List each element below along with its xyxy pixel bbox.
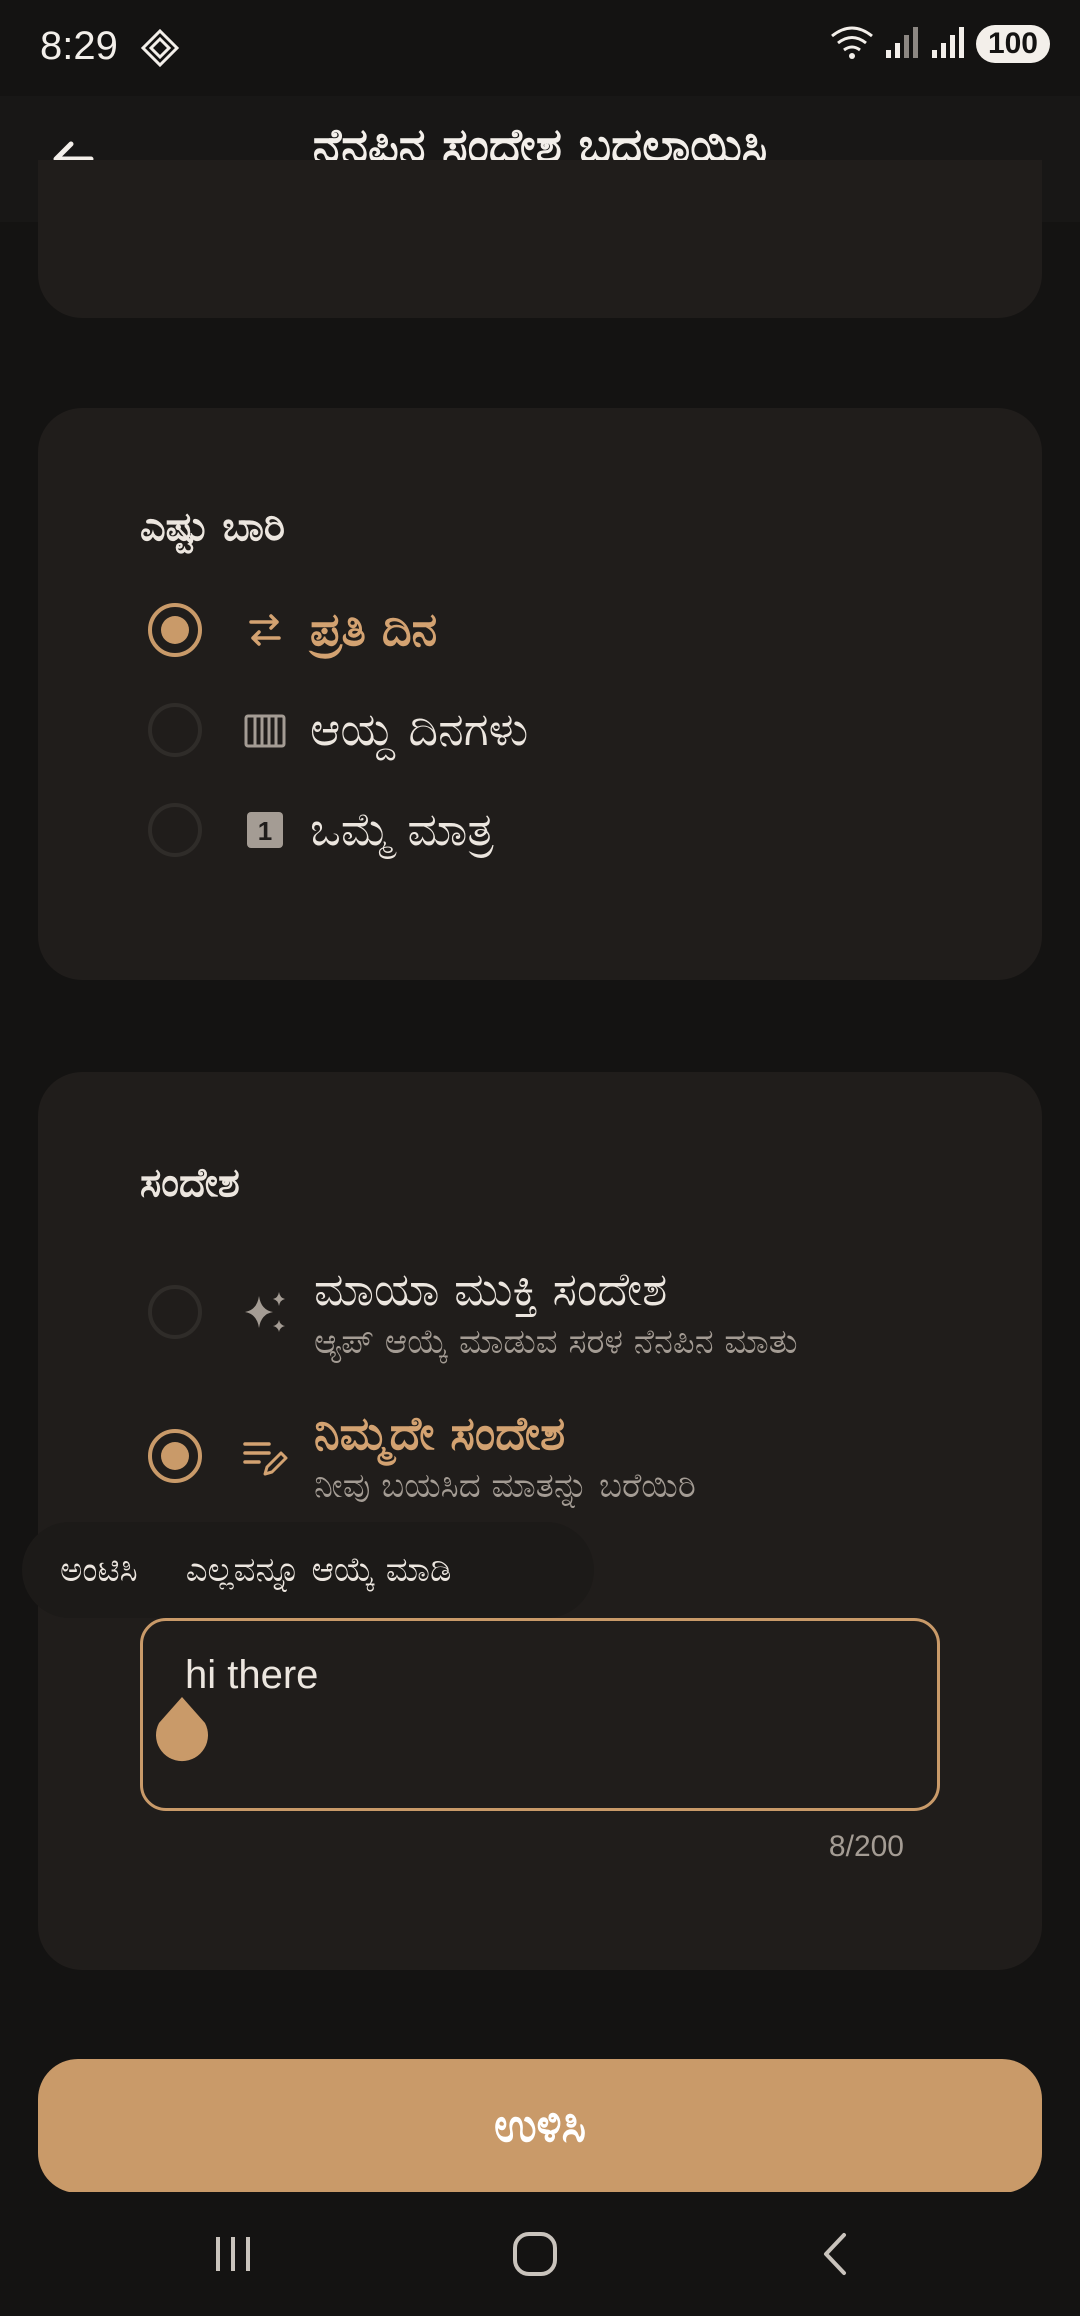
one-day-icon-number: 1 — [258, 816, 272, 846]
message-option-custom[interactable]: ನಿಮ್ಮದೇ ಸಂದೇಶ ನೀವು ಬಯಸಿದ ಮಾತನ್ನು ಬರೆಯಿರಿ — [148, 1396, 1002, 1516]
frequency-title: ಎಷ್ಟು ಬಾರಿ — [140, 504, 285, 550]
status-icons: 100 — [830, 24, 1050, 64]
save-button[interactable]: ಉಳಿಸಿ — [38, 2059, 1042, 2193]
save-button-label: ಉಳಿಸಿ — [493, 2099, 587, 2151]
character-counter: 8/200 — [828, 1830, 904, 1863]
frequency-option-selected-days[interactable]: ಆಯ್ದ ದಿನಗಳು — [148, 690, 1002, 770]
calendar-week-icon — [240, 705, 290, 755]
custom-message-input[interactable]: hi there — [140, 1618, 940, 1811]
battery-indicator: 100 — [975, 25, 1050, 63]
recent-apps-button[interactable] — [193, 2222, 273, 2286]
recents-icon — [216, 2237, 250, 2271]
system-nav-bar — [0, 2192, 1080, 2316]
diamond-icon — [140, 28, 180, 72]
radio-button[interactable] — [148, 1285, 202, 1339]
chevron-left-icon — [824, 2233, 846, 2275]
signal-icon-2 — [930, 24, 966, 64]
text-context-menu: ಅಂಟಿಸಿ ಎಲ್ಲವನ್ನೂ ಆಯ್ಕೆ ಮಾಡಿ — [22, 1522, 594, 1618]
option-label: ನಿಮ್ಮದೇ ಸಂದೇಶ — [314, 1406, 566, 1460]
repeat-icon — [240, 605, 290, 655]
radio-button[interactable] — [148, 603, 202, 657]
text-cursor-handle[interactable] — [153, 1693, 211, 1763]
frequency-card: ಎಷ್ಟು ಬಾರಿ ಪ್ರತಿ ದಿನ ಆಯ್ದ ದಿನಗಳು 1 ಒಮ್ಮೆ… — [38, 408, 1042, 980]
sparkles-icon — [240, 1287, 290, 1337]
frequency-option-daily[interactable]: ಪ್ರತಿ ದಿನ — [148, 590, 1002, 670]
option-label: ಆಯ್ದ ದಿನಗಳು — [310, 702, 529, 756]
edit-note-icon — [240, 1431, 290, 1481]
nav-back-button[interactable] — [797, 2222, 877, 2286]
home-icon — [513, 2232, 557, 2276]
signal-icon — [884, 24, 920, 64]
message-title: ಸಂದೇಶ — [140, 1160, 240, 1206]
home-button[interactable] — [495, 2222, 575, 2286]
message-option-auto[interactable]: ಮಾಯಾ ಮುಕ್ತಿ ಸಂದೇಶ ಆ್ಯಪ್ ಆಯ್ಕೆ ಮಾಡುವ ಸರಳ … — [148, 1252, 1002, 1372]
radio-button[interactable] — [148, 803, 202, 857]
one-day-icon: 1 — [240, 805, 290, 855]
wifi-icon — [830, 24, 874, 64]
option-description: ಆ್ಯಪ್ ಆಯ್ಕೆ ಮಾಡುವ ಸರಳ ನೆನಪಿನ ಮಾತು — [314, 1322, 798, 1362]
status-time: 8:29 — [40, 24, 118, 68]
option-label: ಮಾಯಾ ಮುಕ್ತಿ ಸಂದೇಶ — [314, 1262, 668, 1316]
option-label: ಒಮ್ಮೆ ಮಾತ್ರ — [310, 802, 494, 856]
paste-menu-item[interactable]: ಅಂಟಿಸಿ — [22, 1550, 156, 1590]
frequency-option-once[interactable]: 1 ಒಮ್ಮೆ ಮಾತ್ರ — [148, 790, 1002, 870]
input-value[interactable]: hi there — [185, 1653, 318, 1698]
select-all-menu-item[interactable]: ಎಲ್ಲವನ್ನೂ ಆಯ್ಕೆ ಮಾಡಿ — [156, 1550, 470, 1590]
option-description: ನೀವು ಬಯಸಿದ ಮಾತನ್ನು ಬರೆಯಿರಿ — [314, 1466, 696, 1506]
status-bar: 8:29 100 — [0, 0, 1080, 96]
radio-button[interactable] — [148, 1429, 202, 1483]
previous-card — [38, 160, 1042, 318]
radio-button[interactable] — [148, 703, 202, 757]
option-label: ಪ್ರತಿ ದಿನ — [310, 602, 438, 656]
